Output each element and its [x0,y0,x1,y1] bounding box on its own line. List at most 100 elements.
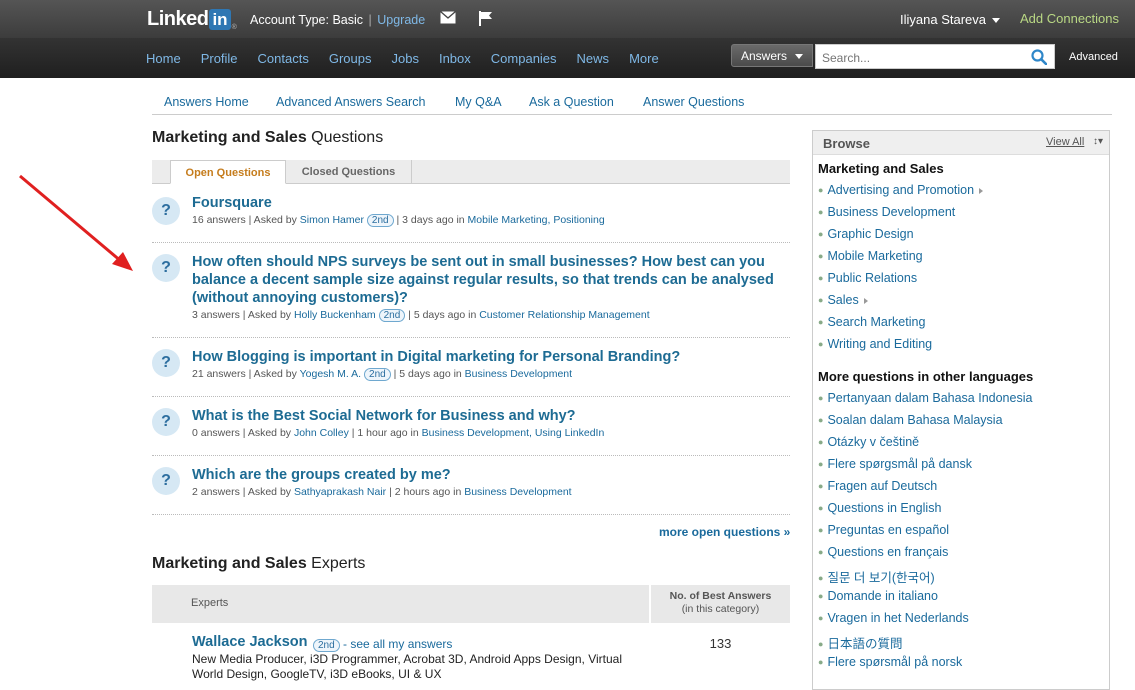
sort-dropdown-icon[interactable]: ↕▾ [1093,136,1103,147]
language-label: Pertanyaan dalam Bahasa Indonesia [827,391,1033,405]
language-label: Questions en français [827,545,949,559]
category-item[interactable]: ● Public Relations [818,271,983,293]
language-item[interactable]: ● Preguntas en español [818,523,1032,545]
language-item[interactable]: ● Vragen in het Nederlands [818,611,1032,633]
connection-degree-badge: 2nd [366,214,394,227]
asked-when: | 3 days ago in [393,214,468,226]
category-item[interactable]: ● Advertising and Promotion [818,183,984,205]
author-link[interactable]: Yogesh M. A. [300,368,362,380]
subnav-ask-question[interactable]: Ask a Question [529,95,614,109]
language-label: Preguntas en español [827,523,950,537]
see-all-answers-link[interactable]: - see all my answers [343,637,452,651]
more-open-questions-link[interactable]: more open questions » [659,525,790,539]
question-meta: 0 answers | Asked by John Colley | 1 hou… [192,427,604,439]
subnav-answer-questions[interactable]: Answer Questions [643,95,744,109]
account-type-label: Account Type: Basic [250,13,364,27]
language-item[interactable]: ● Questions in English [818,501,1032,523]
asked-by-label: | Asked by [245,368,300,380]
account-type: Account Type: Basic | Upgrade [250,13,425,27]
questions-title-rest: Questions [306,129,384,146]
bullet-icon: ● [818,207,824,217]
tab-open-questions[interactable]: Open Questions [170,160,286,184]
category-item[interactable]: ● Search Marketing [818,315,983,337]
nav-item-profile[interactable]: Profile [201,51,238,66]
nav-item-jobs[interactable]: Jobs [392,51,419,66]
nav-item-inbox[interactable]: Inbox [439,51,471,66]
asked-when: | 2 hours ago in [386,486,465,498]
nav-item-companies[interactable]: Companies [491,51,557,66]
category-links[interactable]: Business Development [465,368,572,380]
subnav-answers-home[interactable]: Answers Home [164,95,249,109]
subnav-my-qa[interactable]: My Q&A [455,95,502,109]
language-label: 질문 더 보기(한국어) [827,571,935,585]
nav-item-news[interactable]: News [577,51,610,66]
expand-arrow-icon[interactable] [863,298,868,304]
language-item[interactable]: ● 日本語の質問 [818,633,1032,655]
language-item[interactable]: ● Flere spørsmål på norsk [818,655,1032,677]
language-item[interactable]: ● Pertanyaan dalam Bahasa Indonesia [818,391,1032,413]
question-title[interactable]: Which are the groups created by me? [192,466,790,484]
language-label: Vragen in het Nederlands [827,611,969,625]
search-type-select[interactable]: Answers [731,44,813,67]
author-link[interactable]: Sathyaprakash Nair [294,486,386,498]
user-menu[interactable]: Iliyana Stareva [900,12,1000,27]
category-label: Sales [827,293,859,307]
category-links[interactable]: Business Development, Using LinkedIn [422,427,605,439]
add-connections-link[interactable]: Add Connections [1020,11,1119,26]
expand-arrow-icon[interactable] [979,188,984,194]
language-label: Otázky v češtině [827,435,920,449]
language-item[interactable]: ● Domande in italiano [818,589,1032,611]
author-link[interactable]: Simon Hamer [300,214,364,226]
account-separator: | [368,13,372,27]
best-answers-header-label: No. of Best Answers [669,590,772,602]
logo-text: Linked [147,7,209,30]
category-links[interactable]: Business Development [464,486,571,498]
nav-item-more[interactable]: More [629,51,659,66]
language-item[interactable]: ● Otázky v češtině [818,435,1032,457]
expert-name-link[interactable]: Wallace Jackson [192,634,308,650]
nav-item-groups[interactable]: Groups [329,51,372,66]
nav-item-home[interactable]: Home [146,51,181,66]
bullet-icon: ● [818,613,824,623]
language-item[interactable]: ● Soalan dalam Bahasa Malaysia [818,413,1032,435]
nav-item-contacts[interactable]: Contacts [258,51,309,66]
bullet-icon: ● [818,503,824,513]
language-item[interactable]: ● Questions en français [818,545,1032,567]
question-title[interactable]: Foursquare [192,194,790,212]
question-title[interactable]: What is the Best Social Network for Busi… [192,407,790,425]
envelope-icon[interactable] [440,11,456,29]
category-links[interactable]: Mobile Marketing, Positioning [468,214,605,226]
linkedin-logo[interactable]: Linked in ® [147,7,237,32]
advanced-search-link[interactable]: Advanced [1069,51,1118,63]
asked-by-label: | Asked by [239,427,294,439]
main-nav: Home Profile Contacts Groups Jobs Inbox … [0,38,1135,78]
question-title[interactable]: How Blogging is important in Digital mar… [192,348,790,366]
asked-by-label: | Asked by [239,486,294,498]
category-item[interactable]: ● Mobile Marketing [818,249,983,271]
language-label: Flere spørsmål på norsk [827,655,963,669]
author-link[interactable]: John Colley [294,427,349,439]
search-input[interactable] [820,46,1029,69]
language-label: Fragen auf Deutsch [827,479,938,493]
browse-category-title: Marketing and Sales [818,161,944,176]
logo-in-badge: in [209,8,231,30]
answer-count: 0 answers [192,427,240,439]
tab-closed-questions[interactable]: Closed Questions [286,160,412,183]
category-item[interactable]: ● Graphic Design [818,227,983,249]
view-all-link[interactable]: View All [1046,136,1084,148]
top-bar: Linked in ® Account Type: Basic | Upgrad… [0,0,1135,38]
subnav-advanced-answers-search[interactable]: Advanced Answers Search [276,95,425,109]
language-item[interactable]: ● Fragen auf Deutsch [818,479,1032,501]
language-item[interactable]: ● 질문 더 보기(한국어) [818,567,1032,589]
category-links[interactable]: Customer Relationship Management [479,309,649,321]
search-icon[interactable] [1031,49,1048,70]
question-icon: ? [152,408,180,436]
flag-icon[interactable] [478,11,493,31]
category-item[interactable]: ● Business Development [818,205,983,227]
category-item[interactable]: ● Sales [818,293,983,315]
upgrade-link[interactable]: Upgrade [377,13,425,27]
author-link[interactable]: Holly Buckenham [294,309,376,321]
category-item[interactable]: ● Writing and Editing [818,337,983,359]
question-title[interactable]: How often should NPS surveys be sent out… [192,253,790,307]
language-item[interactable]: ● Flere spørgsmål på dansk [818,457,1032,479]
